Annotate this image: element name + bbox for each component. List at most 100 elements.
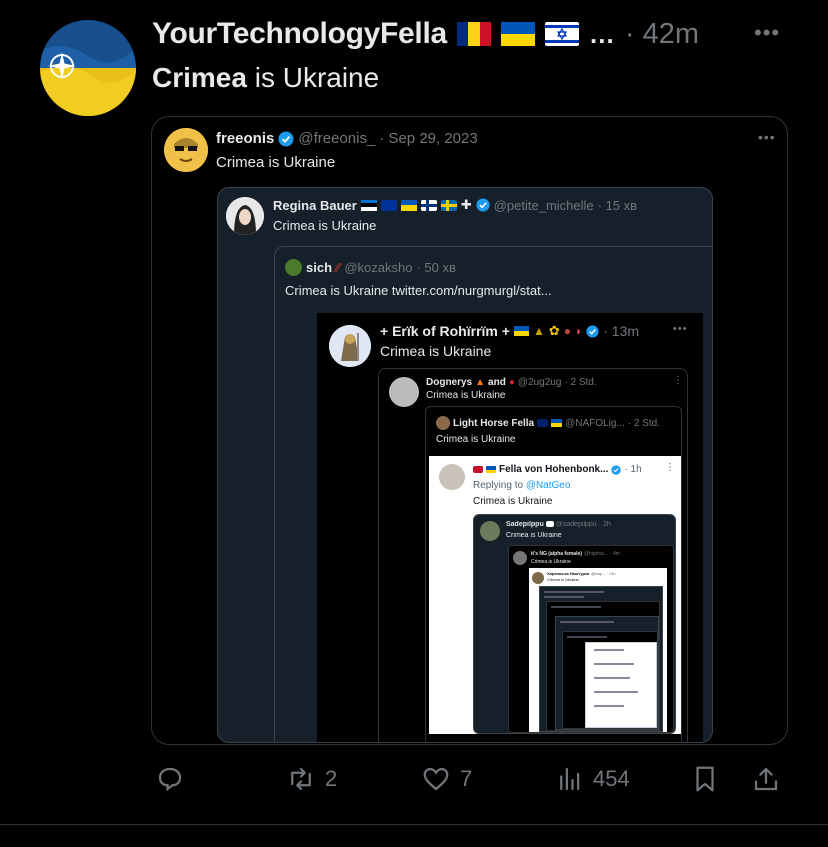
hohenbonk-name: Fella von Hohenbonk... (499, 464, 609, 475)
retweet-button[interactable]: 2 (285, 764, 337, 794)
sich-text: Crimea is Ukraine twitter.com/nurgmurgl/… (285, 283, 552, 298)
flag-sweden-icon (440, 199, 457, 211)
lighthorse-name: Light Horse Fella (453, 417, 535, 429)
main-display-name[interactable]: YourTechnologyFella (152, 17, 447, 51)
dognerys-more-icon[interactable]: ⋮ (673, 375, 683, 386)
nested-quote-depth-13 (555, 616, 659, 730)
retweet-icon (291, 767, 311, 791)
regina-handle: @petite_michelle (493, 197, 594, 213)
freeonis-header: freeonis @freeonis_ · Sep 29, 2023 (216, 130, 478, 147)
sich-header: sich ⁄⁄ @kozaksho · 50 хв (285, 259, 456, 276)
blood-drop-icon: ● (508, 377, 515, 388)
regina-avatar (226, 197, 264, 235)
kharkiv-name: Харківська Наштурка (547, 571, 590, 576)
flag-australia-icon (537, 419, 549, 427)
quote-card-hohenbonk[interactable]: Fella von Hohenbonk... · 1h ⋮ Replying t… (429, 456, 681, 734)
main-timestamp[interactable]: · 42m (625, 18, 699, 51)
flag-romania-icon (456, 22, 491, 46)
name-ellipsis: … (588, 18, 615, 49)
lighthorse-header: Light Horse Fella @NAFOLig... · 2 Std. (436, 416, 660, 430)
regina-header: Regina Bauer ✚ @petite_michelle · 15 хв (273, 197, 637, 213)
replying-prefix: Replying to (473, 480, 526, 491)
verified-badge-icon (611, 464, 622, 475)
kharkiv-header: Харківська Наштурка @nay... · 11h (547, 571, 616, 576)
erik-more-icon[interactable]: ••• (673, 323, 688, 335)
regina-text: Crimea is Ukraine (273, 218, 377, 233)
ng-name: it's NG (alpha female) (531, 551, 582, 557)
freeonis-date: · Sep 29, 2023 (379, 130, 478, 147)
dognerys-avatar (389, 377, 419, 407)
ng-time: · 4m (609, 551, 620, 557)
feather-icon: ⁄⁄ (336, 260, 341, 275)
share-button[interactable] (751, 764, 781, 794)
main-more-icon[interactable]: ••• (754, 20, 780, 46)
verified-badge-icon (278, 131, 294, 146)
cross-icon: ✚ (460, 197, 472, 212)
nested-quote-depth-15 (585, 642, 657, 728)
main-avatar[interactable] (40, 20, 136, 116)
reply-button[interactable] (155, 764, 185, 794)
freeonis-more-icon[interactable]: ••• (758, 129, 776, 145)
sich-avatar (285, 259, 302, 276)
tractor-icon: ▲ (532, 324, 545, 338)
flag-finland-icon (545, 521, 554, 527)
nested-quote-depth-12 (546, 601, 660, 731)
quote-card-freeonis[interactable]: freeonis @freeonis_ · Sep 29, 2023 ••• C… (151, 116, 788, 745)
sadepilppu-text: Crimea is Ukraine (506, 532, 562, 539)
flag-israel-icon (544, 22, 579, 46)
ng-header: it's NG (alpha female) @highsa... · 4m (531, 551, 620, 557)
erik-name: + Erïk of Rohïrrïm + (380, 323, 510, 339)
retweet-count: 2 (325, 766, 338, 791)
sadepilppu-time: · 2h (598, 521, 611, 528)
quote-card-sich[interactable]: sich ⁄⁄ @kozaksho · 50 хв Crimea is Ukra… (274, 246, 712, 742)
tweet-divider (0, 824, 828, 825)
main-header: YourTechnologyFella … · 42m (152, 16, 699, 52)
quote-card-lighthorse[interactable]: Light Horse Fella @NAFOLig... · 2 Std. C… (425, 406, 682, 742)
flag-eu-icon (380, 199, 397, 211)
kharkiv-text: Crimea is Ukraine. (547, 577, 580, 582)
watermelon-icon: ◗ (574, 324, 583, 338)
bookmark-button[interactable] (690, 764, 720, 794)
dognerys-name-mid: and (488, 377, 506, 388)
nested-text-line (594, 649, 624, 651)
quote-card-ng[interactable]: it's NG (alpha female) @highsa... · 4m C… (508, 545, 674, 733)
hohenbonk-more-icon[interactable]: ⋮ (665, 462, 675, 473)
replying-handle[interactable]: @NatGeo (526, 480, 571, 491)
kharkiv-handle: @nay... (591, 571, 605, 576)
lighthorse-avatar (436, 416, 450, 430)
sadepilppu-avatar (480, 521, 500, 541)
sich-name: sich (306, 260, 333, 275)
regina-name: Regina Bauer (273, 197, 357, 213)
main-text-rest: is Ukraine (246, 62, 380, 93)
nested-text-line (567, 636, 607, 638)
ng-handle: @highsa... (583, 551, 608, 557)
bookmark-icon (696, 766, 714, 792)
dognerys-text: Crimea is Ukraine (426, 390, 506, 401)
quote-card-kharkiv[interactable]: Харківська Наштурка @nay... · 11h Crimea… (529, 568, 667, 732)
kharkiv-avatar (532, 572, 544, 584)
quote-card-regina[interactable]: Regina Bauer ✚ @petite_michelle · 15 хв … (217, 187, 713, 743)
grenade-icon: ● (563, 324, 571, 338)
sadepilppu-header: Sadepilppu @sadepilppu · 2h (506, 521, 611, 528)
nested-text-line (594, 691, 638, 693)
views-button[interactable]: 454 (555, 764, 630, 794)
ng-text: Crimea is Ukraine (531, 559, 571, 565)
verified-badge-icon (476, 198, 490, 212)
dognerys-handle: @2ug2ug (517, 377, 562, 388)
main-text-bold: Crimea (152, 62, 247, 93)
flag-ukraine-icon (551, 419, 563, 427)
lighthorse-time: · 2 Std. (627, 417, 660, 429)
like-button[interactable]: 7 (420, 764, 472, 794)
quote-card-sadepilppu[interactable]: Sadepilppu @sadepilppu · 2h Crimea is Uk… (473, 514, 676, 734)
hohenbonk-header: Fella von Hohenbonk... · 1h (473, 464, 642, 475)
sunflower-icon: ✿ (548, 323, 560, 338)
sadepilppu-name: Sadepilppu (506, 521, 544, 528)
sich-handle: @kozaksho (344, 260, 413, 275)
quote-card-dognerys[interactable]: Dognerys ▲ and ● @2ug2ug · 2 Std. ⋮ Crim… (378, 368, 688, 742)
dognerys-header: Dognerys ▲ and ● @2ug2ug · 2 Std. (426, 377, 597, 388)
dognerys-time: · 2 Std. (564, 377, 597, 388)
quote-card-erik[interactable]: + Erïk of Rohïrrïm + ▲ ✿ ● ◗ · 13m ••• C… (317, 313, 703, 742)
nested-quote-depth-11 (539, 586, 663, 732)
heart-icon (423, 767, 449, 791)
lighthorse-text: Crimea is Ukraine (436, 434, 516, 445)
